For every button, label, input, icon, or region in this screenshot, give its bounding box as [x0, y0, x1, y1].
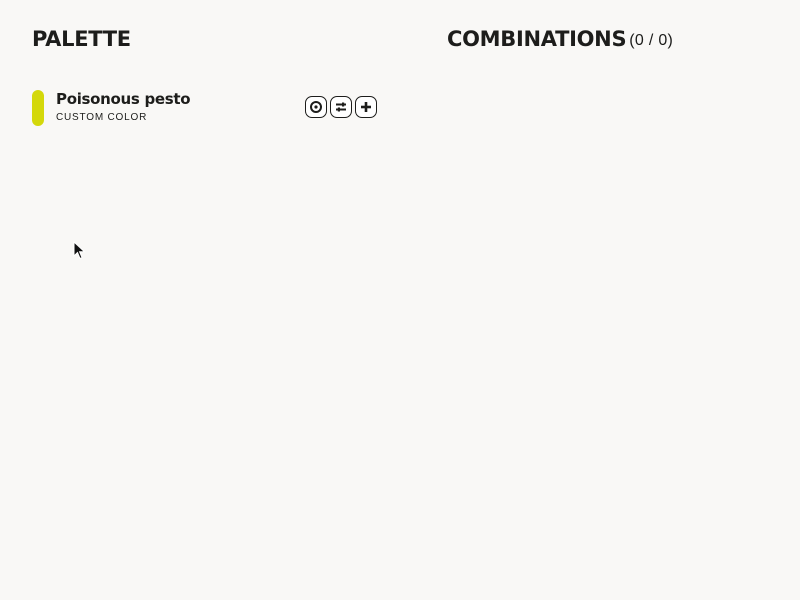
combinations-title-text: COMBINATIONS	[447, 27, 627, 51]
palette-title: PALETTE	[32, 27, 131, 51]
color-name: Poisonous pesto	[56, 90, 191, 108]
page: PALETTE Poisonous pesto CUSTOM COLOR COM…	[0, 0, 800, 600]
sliders-icon	[336, 102, 346, 112]
preview-button[interactable]	[305, 96, 327, 118]
palette-color-item: Poisonous pesto CUSTOM COLOR	[32, 90, 392, 126]
add-button[interactable]	[355, 96, 377, 118]
color-swatch[interactable]	[32, 90, 44, 126]
plus-icon	[361, 102, 371, 112]
combinations-count: (0 / 0)	[629, 32, 674, 49]
eye-icon	[310, 101, 322, 113]
color-type-label: CUSTOM COLOR	[56, 112, 148, 123]
color-actions	[305, 96, 377, 118]
adjust-button[interactable]	[330, 96, 352, 118]
mouse-cursor-icon	[73, 241, 86, 260]
combinations-title: COMBINATIONS (0 / 0)	[447, 27, 673, 54]
